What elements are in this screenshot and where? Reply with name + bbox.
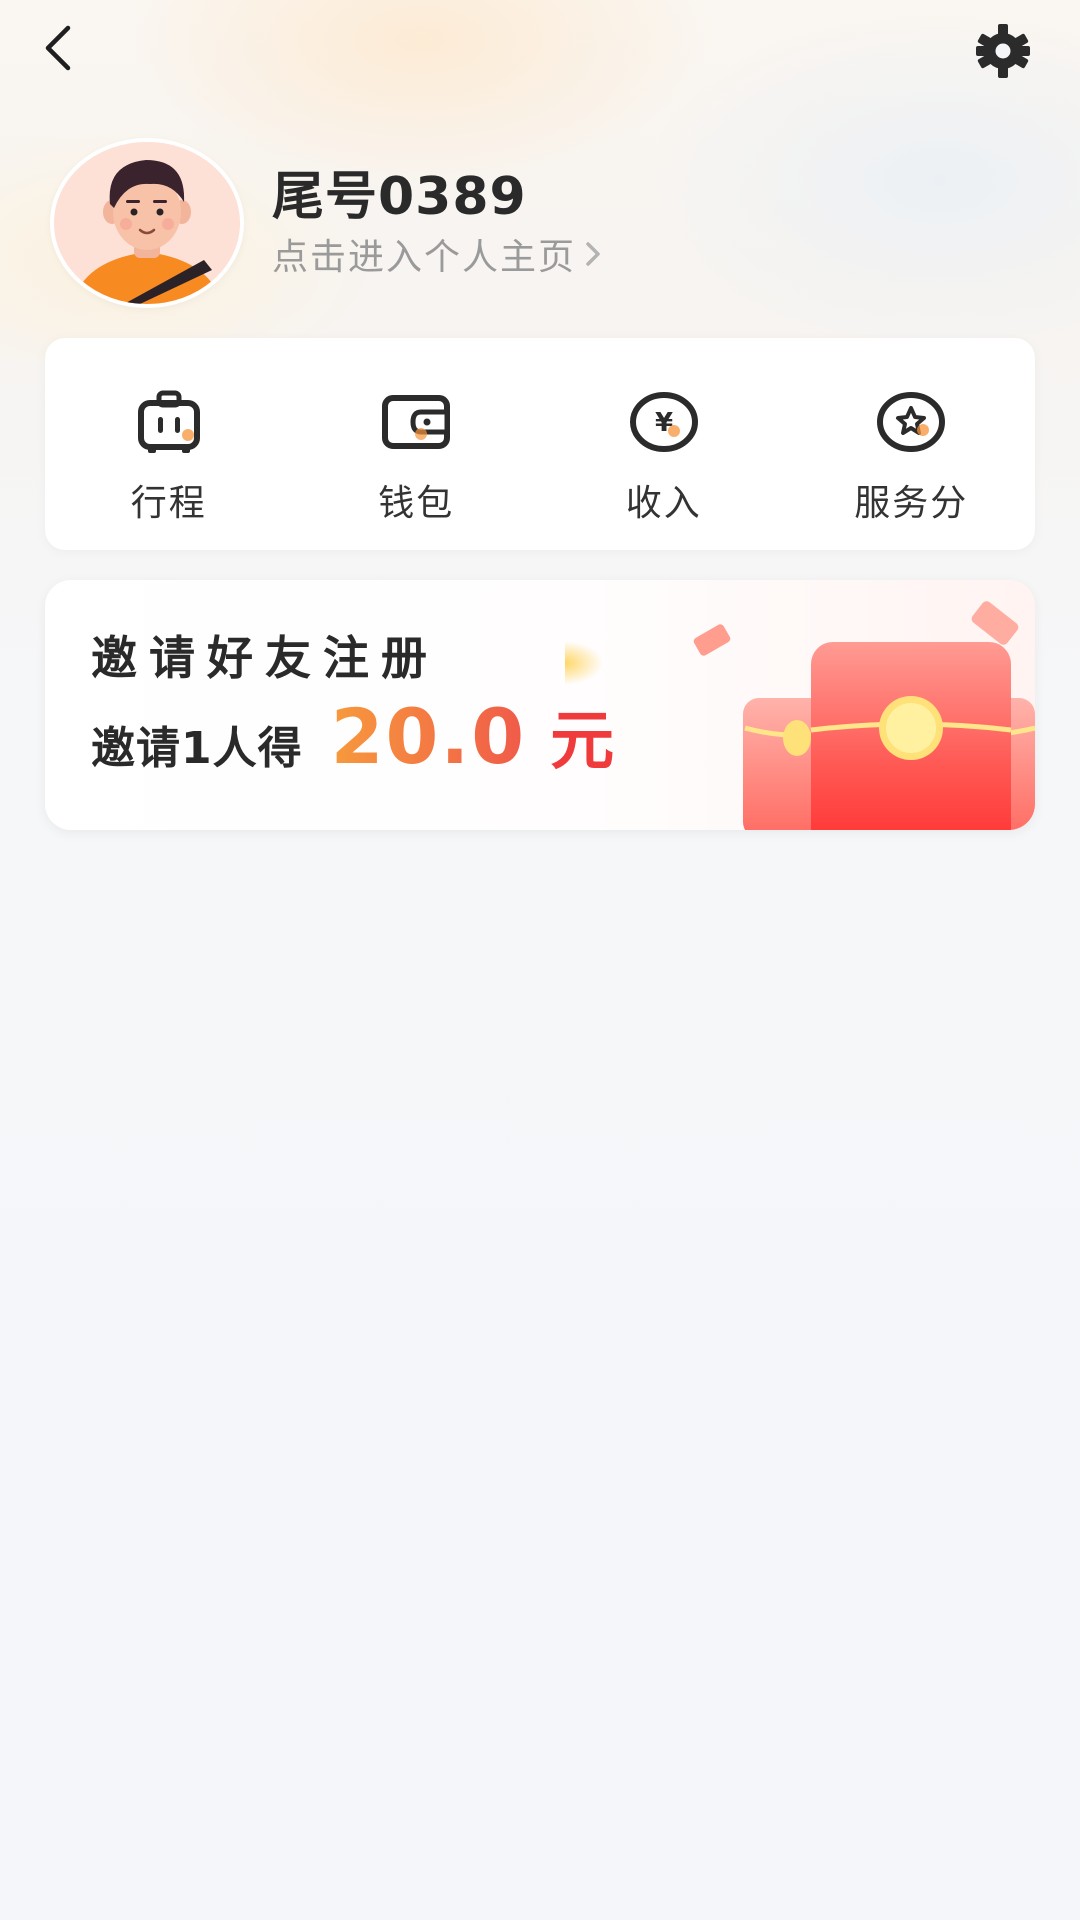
back-button[interactable] [28, 18, 88, 78]
invite-reward-line: 邀请1人得 20.0 元 [91, 690, 614, 782]
avatar-illustration [54, 142, 240, 304]
menu-item-trips[interactable]: 行程 [45, 338, 293, 550]
menu-item-service-score[interactable]: 服务分 [788, 338, 1036, 550]
yen-coin-icon: ¥ [626, 384, 702, 460]
settings-button[interactable] [970, 18, 1036, 84]
menu-label-income: 收入 [625, 483, 702, 524]
red-envelope-illustration [565, 601, 1035, 830]
menu-item-income[interactable]: ¥ 收入 [540, 338, 788, 550]
invite-reward-prefix: 邀请1人得 [91, 723, 303, 774]
user-name: 尾号0389 [272, 167, 527, 227]
menu-label-wallet: 钱包 [378, 483, 455, 524]
profile-link-label: 点击进入个人主页 [272, 237, 577, 278]
quick-menu: 行程 钱包 ¥ 收入 服务分 [45, 338, 1035, 550]
menu-label-service-score: 服务分 [854, 483, 969, 524]
menu-label-trips: 行程 [130, 483, 207, 524]
invite-title: 邀请好友注册 [91, 631, 439, 685]
avatar[interactable] [50, 138, 244, 308]
wallet-icon [378, 384, 454, 460]
invite-reward-amount: 20.0 [330, 692, 527, 781]
luggage-icon [131, 384, 207, 460]
menu-item-wallet[interactable]: 钱包 [293, 338, 541, 550]
chevron-left-icon [45, 25, 71, 71]
chevron-right-icon [584, 240, 602, 268]
star-badge-icon [873, 384, 949, 460]
invite-banner[interactable]: 邀请好友注册 邀请1人得 20.0 元 [45, 580, 1035, 830]
gear-icon [976, 24, 1030, 78]
profile-link[interactable]: 点击进入个人主页 [272, 228, 602, 280]
